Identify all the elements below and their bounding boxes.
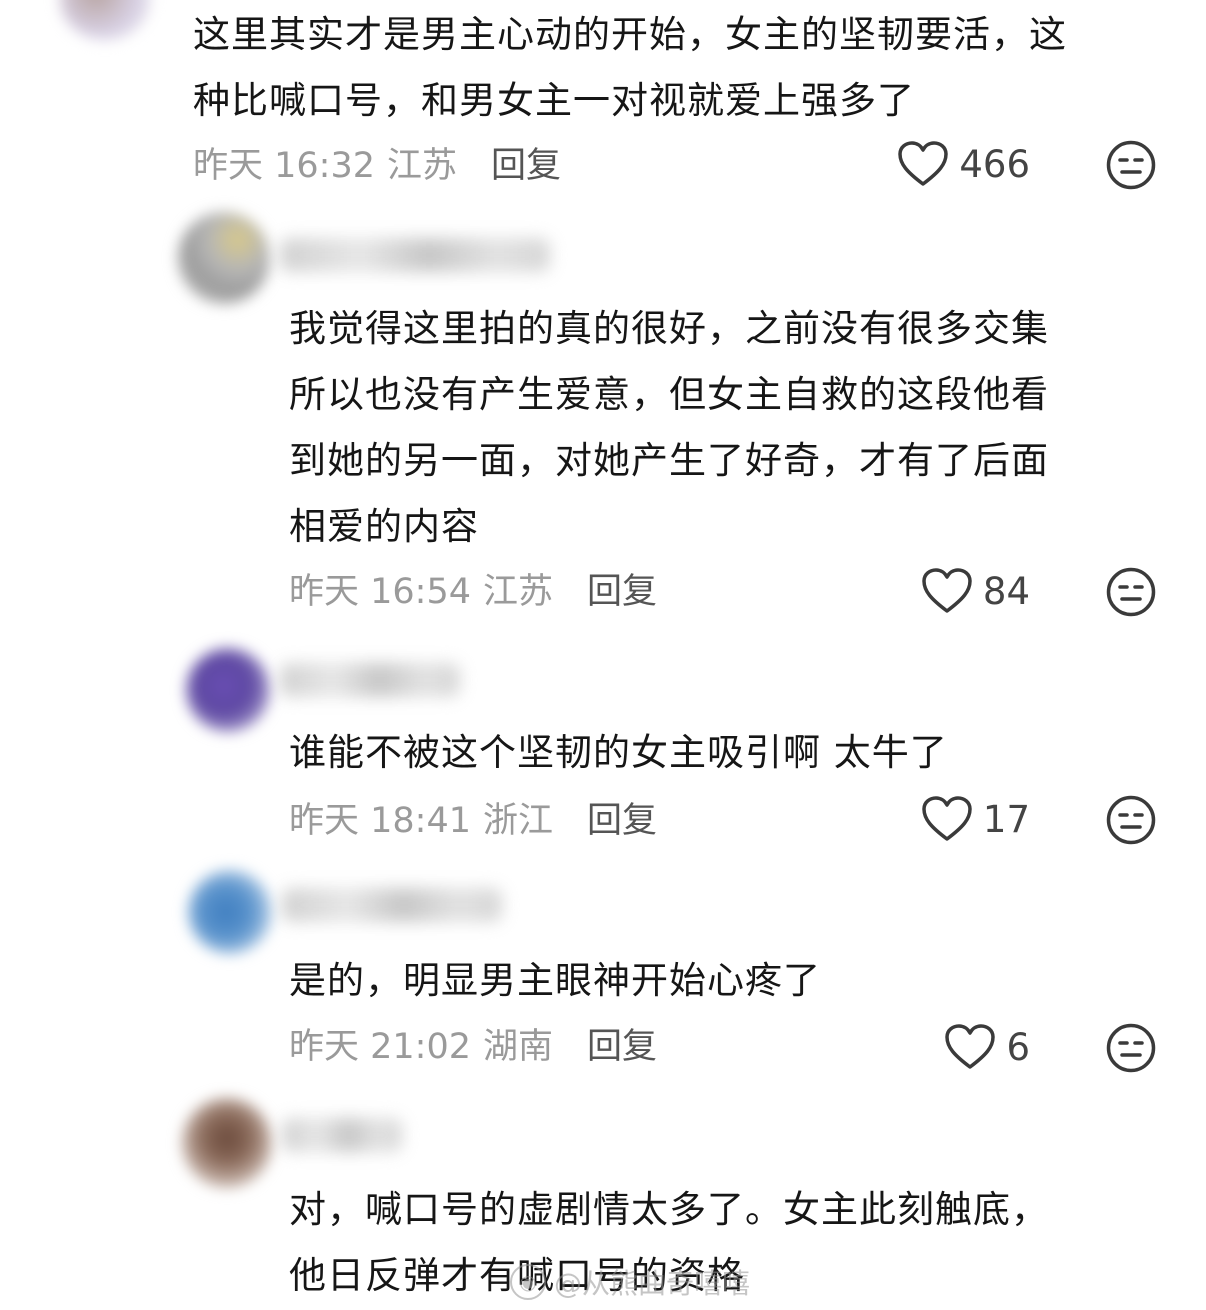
avatar[interactable] — [186, 648, 270, 732]
username-blurred[interactable] — [280, 663, 460, 697]
reply-button[interactable]: 回复 — [587, 1018, 657, 1069]
comment-location: 江苏 — [483, 571, 554, 612]
comment-text: 谁能不被这个坚韧的女主吸引啊 太牛了 — [289, 731, 948, 774]
avatar[interactable] — [182, 1098, 272, 1188]
like-count: 84 — [982, 569, 1030, 613]
comment-meta: 昨天 16:32 江苏 回复 — [193, 137, 561, 187]
heart-outline-icon — [922, 568, 972, 613]
comment-time: 昨天 16:54 — [289, 571, 471, 612]
comment-meta: 昨天 16:54 江苏 回复 — [289, 563, 657, 613]
unamused-face-icon[interactable] — [1105, 1022, 1157, 1074]
like-button[interactable]: 466 — [880, 139, 1030, 189]
weibo-logo-icon: ◉ — [510, 1264, 546, 1300]
like-count: 466 — [959, 142, 1030, 186]
reply-button[interactable]: 回复 — [587, 792, 657, 843]
comment-location: 湖南 — [483, 1026, 554, 1067]
like-button[interactable]: 17 — [880, 794, 1030, 844]
like-count: 17 — [982, 797, 1030, 841]
username-blurred[interactable] — [282, 1118, 402, 1152]
heart-outline-icon — [922, 796, 972, 841]
like-count: 6 — [1006, 1025, 1030, 1069]
comment-text: 我觉得这里拍的真的很好，之前没有很多交集 所以也没有产生爱意，但女主自救的这段他… — [289, 307, 1049, 548]
watermark-text: @从熊曲奇嘻嘻 — [554, 1267, 751, 1300]
unamused-face-icon[interactable] — [1105, 794, 1157, 846]
unamused-face-icon[interactable] — [1105, 566, 1157, 618]
username-blurred[interactable] — [282, 888, 502, 922]
heart-outline-icon — [945, 1024, 996, 1069]
like-button[interactable]: 6 — [880, 1022, 1030, 1072]
comment-location: 江苏 — [387, 145, 458, 186]
avatar[interactable] — [188, 870, 272, 954]
watermark: ◉ @从熊曲奇嘻嘻 — [510, 1262, 750, 1302]
username-blurred[interactable] — [280, 238, 550, 272]
avatar[interactable] — [60, 0, 150, 40]
comment-meta: 昨天 21:02 湖南 回复 — [289, 1018, 657, 1068]
comment-time: 昨天 18:41 — [289, 800, 471, 841]
like-button[interactable]: 84 — [880, 566, 1030, 616]
reply-button[interactable]: 回复 — [587, 563, 657, 614]
comment-time: 昨天 16:32 — [193, 145, 375, 186]
comment-location: 浙江 — [483, 800, 554, 841]
comment-text: 这里其实才是男主心动的开始，女主的坚韧要活，这 种比喊口号，和男女主一对视就爱上… — [193, 13, 1067, 122]
comment-meta: 昨天 18:41 浙江 回复 — [289, 792, 657, 842]
heart-outline-icon — [898, 141, 949, 186]
comment-text: 是的，明显男主眼神开始心疼了 — [289, 959, 821, 1002]
comment-time: 昨天 21:02 — [289, 1026, 471, 1067]
unamused-face-icon[interactable] — [1105, 139, 1157, 191]
avatar[interactable] — [178, 212, 270, 304]
reply-button[interactable]: 回复 — [491, 137, 561, 188]
